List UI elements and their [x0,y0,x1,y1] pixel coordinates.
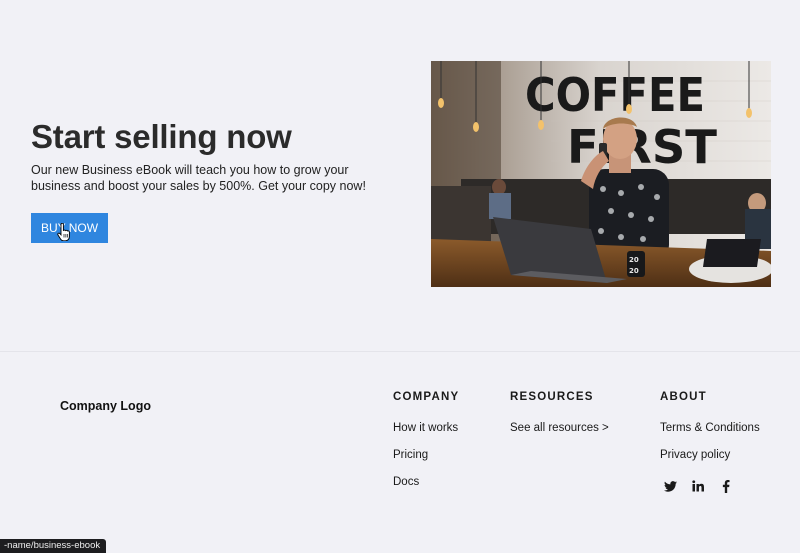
footer-divider [0,351,800,352]
facebook-icon[interactable] [719,479,733,493]
hand-cursor-icon [57,223,70,241]
footer-link-docs[interactable]: Docs [393,476,419,488]
hero-title: Start selling now [31,118,292,155]
page: Start selling now Our new Business eBook… [0,0,800,553]
footer-link-privacy[interactable]: Privacy policy [660,449,730,461]
footer-link-see-all-resources[interactable]: See all resources > [510,422,609,434]
mug-text-bottom: 20 [629,267,639,275]
company-logo[interactable]: Company Logo [60,399,151,413]
footer-link-how-it-works[interactable]: How it works [393,422,458,434]
footer-heading-resources: RESOURCES [510,391,594,403]
footer-heading-company: COMPANY [393,391,460,403]
coffee-shop-photo: COFFEE FIRST 20 20 [431,61,771,287]
status-url-text: -name/business-ebook [4,540,101,551]
hero-image: COFFEE FIRST 20 20 [431,61,771,287]
status-bar-url: -name/business-ebook [0,539,106,553]
twitter-icon[interactable] [663,479,677,493]
coffee-sign-text: COFFEE [525,68,705,122]
hero-description: Our new Business eBook will teach you ho… [31,163,366,193]
footer-heading-about: ABOUT [660,391,707,403]
mug-text-top: 20 [629,256,639,264]
footer-link-pricing[interactable]: Pricing [393,449,428,461]
footer-link-terms[interactable]: Terms & Conditions [660,422,760,434]
linkedin-icon[interactable] [691,479,705,493]
